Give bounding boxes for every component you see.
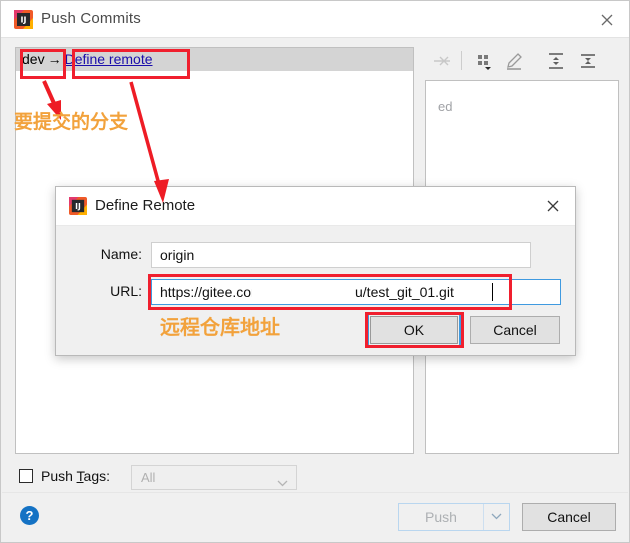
dialog-footer: ? Push Cancel <box>2 492 628 541</box>
define-remote-title: Define Remote <box>95 197 196 214</box>
dialog-cancel-button[interactable]: Cancel <box>470 316 560 344</box>
svg-text:IJ: IJ <box>21 16 27 25</box>
push-tags-label-suffix: ags: <box>83 468 111 484</box>
push-tags-label-prefix: Push <box>41 468 77 484</box>
url-label: URL: <box>110 283 142 299</box>
push-tags-label-mnemonic: T <box>76 468 84 484</box>
push-tags-label: Push Tags: <box>41 468 110 484</box>
help-button[interactable]: ? <box>20 506 39 525</box>
detail-toolbar <box>425 46 619 76</box>
chevron-down-icon <box>277 475 288 490</box>
push-tags-select-value: All <box>141 470 156 485</box>
expand-all-icon[interactable] <box>543 48 569 74</box>
edit-icon[interactable] <box>501 48 527 74</box>
name-input[interactable]: origin <box>151 242 531 268</box>
collapse-all-icon[interactable] <box>575 48 601 74</box>
push-dropdown-button[interactable] <box>483 504 509 530</box>
arrow-icon: → <box>47 51 62 67</box>
intellij-idea-icon: IJ <box>69 197 87 215</box>
window-title: Push Commits <box>41 10 141 27</box>
name-label: Name: <box>100 246 142 262</box>
group-by-icon[interactable] <box>471 48 497 74</box>
cancel-button[interactable]: Cancel <box>522 503 616 531</box>
define-remote-titlebar: IJ Define Remote <box>56 187 575 226</box>
push-split-button[interactable]: Push <box>398 503 510 531</box>
collapse-to-selection-icon[interactable] <box>429 48 455 74</box>
window-titlebar: IJ Push Commits <box>1 1 629 38</box>
ok-button[interactable]: OK <box>367 313 461 347</box>
intellij-idea-icon: IJ <box>14 10 33 29</box>
push-tags-select[interactable]: All <box>131 465 297 490</box>
url-redacted-region <box>252 280 355 304</box>
push-tags-checkbox[interactable] <box>19 469 33 483</box>
text-caret <box>492 283 493 301</box>
toolbar-separator <box>461 51 462 70</box>
url-value-suffix: u/test_git_01.git <box>355 284 454 300</box>
svg-text:IJ: IJ <box>75 202 81 211</box>
close-icon[interactable] <box>593 8 621 32</box>
close-icon[interactable] <box>540 195 566 217</box>
push-button[interactable]: Push <box>399 504 483 530</box>
list-item[interactable]: dev → Define remote <box>16 48 413 71</box>
url-input[interactable]: https://gitee.com/z u/test_git_01.git <box>151 279 561 305</box>
branch-name: dev <box>22 51 45 67</box>
define-remote-link[interactable]: Define remote <box>65 51 153 67</box>
detail-empty-text: ed <box>438 99 453 114</box>
